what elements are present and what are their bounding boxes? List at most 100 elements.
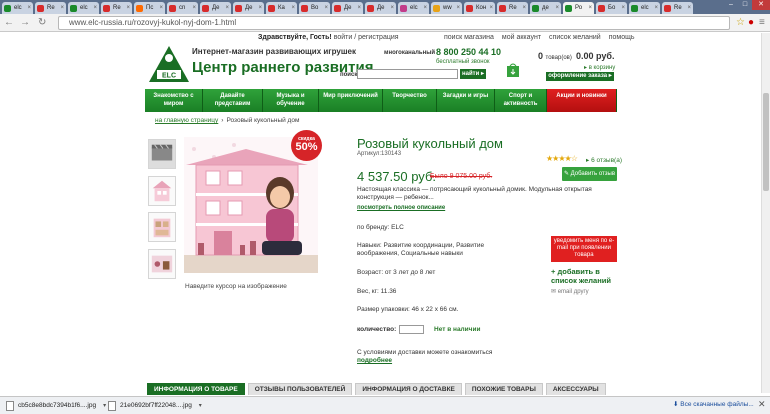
menu-icon[interactable]: ≡ <box>759 17 765 28</box>
browser-tab[interactable]: Re × <box>35 2 66 14</box>
shopping-bag-icon[interactable] <box>506 62 520 78</box>
close-tab-icon[interactable]: × <box>687 2 691 14</box>
back-icon[interactable]: ← <box>4 17 14 28</box>
close-tab-icon[interactable]: × <box>654 2 658 14</box>
browser-tab[interactable]: elc × <box>2 2 33 14</box>
browser-tab[interactable]: Де × <box>365 2 396 14</box>
nav-item-adventure[interactable]: Мир приключений <box>319 89 383 112</box>
add-to-wishlist-link[interactable]: + добавить в список желаний <box>551 267 621 285</box>
extension-icon[interactable]: ● <box>748 17 754 28</box>
close-tab-icon[interactable]: × <box>258 2 262 14</box>
product-price: 4 537.50 руб. <box>357 169 437 184</box>
browser-tab[interactable]: Де × <box>332 2 363 14</box>
search-input[interactable] <box>357 69 458 79</box>
close-tab-icon[interactable]: × <box>192 2 196 14</box>
quantity-input[interactable] <box>399 325 424 334</box>
close-tab-icon[interactable]: × <box>390 2 394 14</box>
reload-icon[interactable]: ↻ <box>38 17 46 28</box>
greeting: Здравствуйте, Гость! войти / регистрация <box>258 34 399 41</box>
browser-tab[interactable]: Re × <box>101 2 132 14</box>
nav-item-music[interactable]: Музыка и обучение <box>263 89 319 112</box>
browser-tab[interactable]: elc × <box>629 2 660 14</box>
close-tab-icon[interactable]: × <box>159 2 163 14</box>
close-tab-icon[interactable]: × <box>555 2 559 14</box>
browser-tab[interactable]: Ка × <box>266 2 297 14</box>
browser-tab[interactable]: Пс × <box>134 2 165 14</box>
close-tab-icon[interactable]: × <box>489 2 493 14</box>
browser-tab[interactable]: ww × <box>431 2 462 14</box>
close-tab-icon[interactable]: × <box>225 2 229 14</box>
chevron-down-icon[interactable]: ▾ <box>103 399 106 413</box>
browser-tab[interactable]: Бо × <box>596 2 627 14</box>
close-tab-icon[interactable]: × <box>126 2 130 14</box>
browser-tab[interactable]: elc × <box>68 2 99 14</box>
cart-link[interactable]: ▸ в корзину <box>584 64 615 71</box>
close-tab-icon[interactable]: × <box>324 2 328 14</box>
store-search-link[interactable]: поиск магазина <box>444 34 494 41</box>
wishlist-link[interactable]: список желаний <box>549 34 601 41</box>
close-tab-icon[interactable]: × <box>291 2 295 14</box>
forward-icon[interactable]: → <box>20 17 30 28</box>
shipping-details-link[interactable]: подробнее <box>357 357 392 364</box>
tab-user-reviews[interactable]: ОТЗЫВЫ ПОЛЬЗОВАТЕЛЕЙ <box>247 383 353 395</box>
close-tab-icon[interactable]: × <box>93 2 97 14</box>
download-item-1[interactable]: cb5c8e8bdc7394b1f6....jpg ▾ <box>6 399 106 413</box>
tab-delivery-info[interactable]: ИНФОРМАЦИЯ О ДОСТАВКЕ <box>355 383 462 395</box>
close-window-button[interactable]: ✕ <box>752 0 770 10</box>
tab-similar-products[interactable]: ПОХОЖИЕ ТОВАРЫ <box>464 383 543 395</box>
login-link[interactable]: войти / регистрация <box>334 34 399 41</box>
close-tab-icon[interactable]: × <box>357 2 361 14</box>
add-review-button[interactable]: ✎ Добавить отзыв <box>562 167 617 181</box>
close-tab-icon[interactable]: × <box>588 2 592 14</box>
email-friend-link[interactable]: ✉ email другу <box>551 288 589 295</box>
help-link[interactable]: помощь <box>609 34 635 41</box>
browser-tab[interactable]: Кон × <box>464 2 495 14</box>
browser-tab[interactable]: Ро × <box>563 2 594 14</box>
browser-tab[interactable]: cn × <box>167 2 198 14</box>
nav-item-pretend[interactable]: Давайте представим <box>203 89 263 112</box>
all-downloads-link[interactable]: ⬇ Все скачанные файлы... <box>673 400 754 408</box>
chevron-down-icon[interactable]: ▾ <box>199 399 202 413</box>
close-tab-icon[interactable]: × <box>621 2 625 14</box>
browser-tab[interactable]: elc × <box>398 2 429 14</box>
close-tab-icon[interactable]: × <box>456 2 460 14</box>
search-button[interactable]: найти ▸ <box>460 69 486 79</box>
close-tab-icon[interactable]: × <box>423 2 427 14</box>
browser-tab[interactable]: Де × <box>233 2 264 14</box>
close-tab-icon[interactable]: × <box>60 2 64 14</box>
nav-item-puzzles[interactable]: Загадки и игры <box>437 89 495 112</box>
notify-me-button[interactable]: уведомить меня по e-mail при появлении т… <box>551 236 617 262</box>
nav-item-sport[interactable]: Спорт и активность <box>495 89 547 112</box>
address-bar[interactable]: www.elc-russia.ru/rozovyj-kukol-nyj-dom-… <box>58 16 730 30</box>
close-tab-icon[interactable]: × <box>27 2 31 14</box>
browser-tab[interactable]: Де × <box>200 2 231 14</box>
nav-item-discovery[interactable]: Знакомство с миром <box>145 89 203 112</box>
bookmark-star-icon[interactable]: ☆ <box>736 17 745 28</box>
nav-item-creativity[interactable]: Творчество <box>383 89 437 112</box>
reviews-link[interactable]: ▸ 6 отзыв(а) <box>586 156 622 164</box>
nav-item-promotions[interactable]: Акции и новинки <box>547 89 617 112</box>
browser-tab[interactable]: Re × <box>497 2 528 14</box>
my-account-link[interactable]: мой аккаунт <box>502 34 541 41</box>
download-item-2[interactable]: 21e0692bf7ff22048....jpg ▾ <box>108 399 202 413</box>
thumbnail-house-open[interactable] <box>148 212 176 242</box>
scrollbar-thumb[interactable] <box>763 93 769 191</box>
close-icon[interactable]: ✕ <box>758 399 766 410</box>
page-scrollbar[interactable] <box>761 33 770 393</box>
maximize-button[interactable]: □ <box>738 0 752 10</box>
thumbnail-video[interactable] <box>148 139 176 169</box>
browser-tab[interactable]: Re × <box>662 2 693 14</box>
minimize-button[interactable]: – <box>724 0 738 10</box>
breadcrumb-home[interactable]: на главную страницу <box>155 117 218 124</box>
close-tab-icon[interactable]: × <box>522 2 526 14</box>
tab-accessories[interactable]: АКСЕССУАРЫ <box>545 383 606 395</box>
elc-logo[interactable]: ELC <box>148 45 190 83</box>
browser-tab[interactable]: де × <box>530 2 561 14</box>
full-description-link[interactable]: посмотреть полное описание <box>357 205 445 211</box>
tab-product-info[interactable]: ИНФОРМАЦИЯ О ТОВАРЕ <box>147 383 245 395</box>
thumbnail-house-front[interactable] <box>148 176 176 206</box>
thumbnail-furniture[interactable] <box>148 249 176 279</box>
checkout-button[interactable]: оформление заказа ▸ <box>546 72 614 81</box>
browser-tab[interactable]: Bo × <box>299 2 330 14</box>
plus-icon: + <box>551 267 556 276</box>
